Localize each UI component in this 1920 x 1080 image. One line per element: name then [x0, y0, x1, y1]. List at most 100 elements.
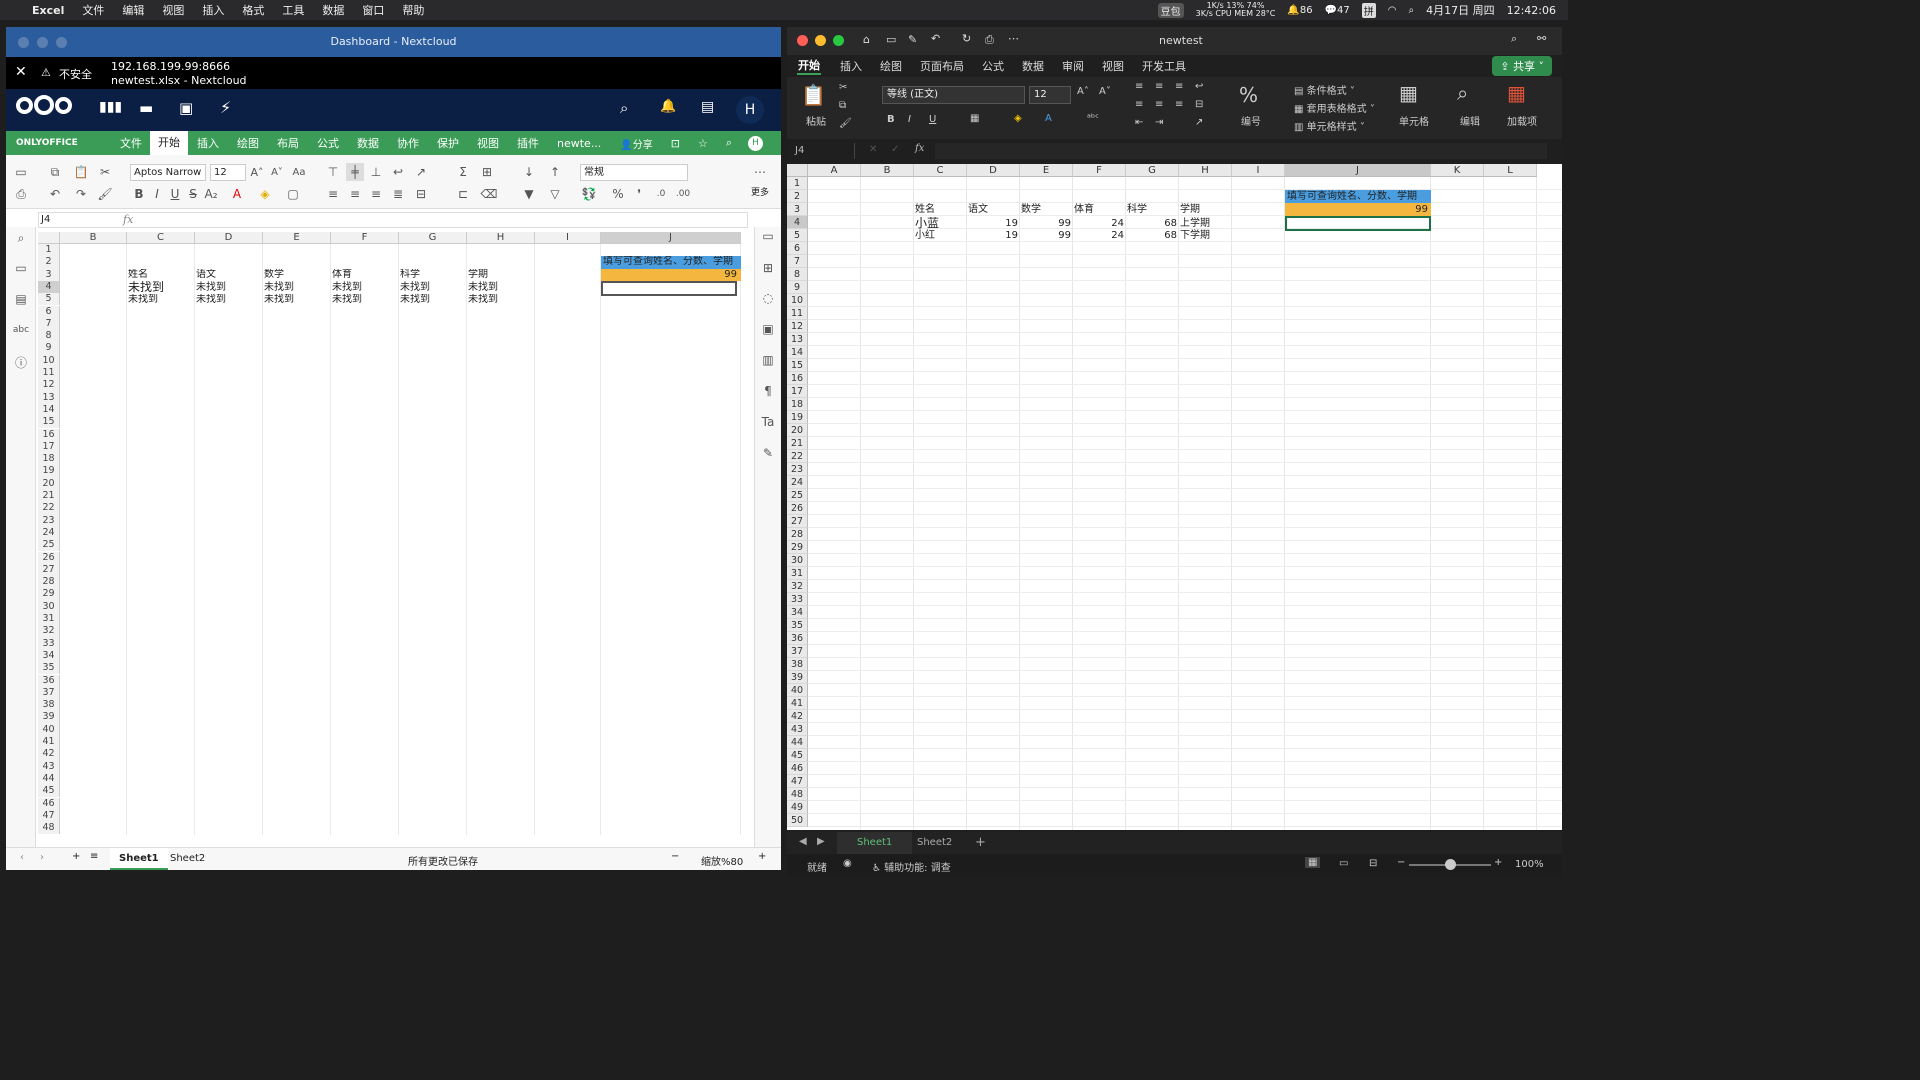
filter-icon[interactable]: ▼ — [520, 185, 538, 203]
app-name[interactable]: Excel — [32, 4, 64, 17]
row-header-1[interactable]: 1 — [787, 177, 808, 190]
data-cell[interactable]: 下学期 — [1180, 229, 1230, 243]
doubao-icon[interactable]: 豆包 — [1157, 2, 1184, 18]
cut-icon[interactable]: ✂ — [96, 163, 114, 181]
decrease-decimal-icon[interactable]: .0 — [652, 185, 670, 203]
tab-formulas[interactable]: 公式 — [982, 58, 1004, 74]
tab-view[interactable]: 视图 — [468, 135, 508, 151]
data-cell[interactable]: 未找到 — [400, 281, 468, 294]
col-header-f[interactable]: F — [331, 232, 399, 244]
header-cell[interactable]: 科学 — [1127, 203, 1180, 216]
row-header-4[interactable]: 4 — [787, 216, 808, 229]
named-range-icon[interactable]: ⊞ — [478, 163, 496, 181]
row-header-41[interactable]: 41 — [787, 697, 808, 710]
row-header-23[interactable]: 23 — [38, 514, 60, 527]
col-header-f[interactable]: F — [1073, 164, 1126, 177]
row-header-37[interactable]: 37 — [787, 645, 808, 658]
row-header-39[interactable]: 39 — [787, 671, 808, 684]
zoom-slider[interactable] — [1409, 859, 1491, 870]
align-center-icon[interactable]: ≡ — [346, 185, 364, 203]
share-button[interactable]: ⇪ 共享 ˅ — [1492, 56, 1552, 76]
row-header-40[interactable]: 40 — [38, 723, 60, 736]
row-header-32[interactable]: 32 — [787, 580, 808, 593]
addins-icon[interactable]: ▦ — [1507, 81, 1526, 105]
align-middle-icon[interactable]: ╪ — [346, 163, 364, 181]
align-top-icon[interactable]: ⊤ — [324, 163, 342, 181]
tab-protect[interactable]: 保护 — [428, 135, 468, 151]
font-shrink-icon[interactable]: A˅ — [268, 163, 286, 181]
col-header-a[interactable]: A — [808, 164, 861, 177]
align-right-icon[interactable]: ≡ — [367, 185, 385, 203]
underline-icon[interactable]: U — [166, 185, 184, 203]
share-button[interactable]: 👤分享 — [620, 136, 652, 151]
tab-review[interactable]: 审阅 — [1062, 58, 1084, 74]
undo-icon[interactable]: ↶ — [931, 32, 940, 45]
row-header-13[interactable]: 13 — [38, 391, 60, 404]
star-icon[interactable]: ☆ — [698, 137, 708, 150]
row-header-42[interactable]: 42 — [38, 748, 60, 761]
row-header-5[interactable]: 5 — [38, 293, 60, 306]
tab-layout[interactable]: 布局 — [268, 135, 308, 151]
row-header-35[interactable]: 35 — [787, 619, 808, 632]
row-header-25[interactable]: 25 — [38, 539, 60, 552]
col-header-b[interactable]: B — [861, 164, 914, 177]
strike-icon[interactable]: S — [184, 185, 202, 203]
signature-icon[interactable]: ✎ — [759, 444, 777, 462]
row-header-22[interactable]: 22 — [787, 450, 808, 463]
data-cell[interactable]: 小红 — [915, 229, 965, 243]
row-header-17[interactable]: 17 — [787, 385, 808, 398]
data-cell[interactable]: 未找到 — [468, 281, 536, 294]
sheet-tab-sheet1[interactable]: Sheet1 — [110, 848, 168, 870]
row-header-3[interactable]: 3 — [787, 203, 808, 216]
menu-tools[interactable]: 工具 — [282, 2, 304, 18]
print-icon[interactable]: ⎙ — [12, 185, 30, 203]
header-cell[interactable]: 科学 — [400, 269, 468, 281]
cells-label[interactable]: 单元格 — [1399, 113, 1429, 128]
row-header-47[interactable]: 47 — [787, 775, 808, 788]
row-header-24[interactable]: 24 — [38, 526, 60, 540]
menu-data[interactable]: 数据 — [322, 2, 344, 18]
col-header-d[interactable]: D — [195, 232, 263, 244]
traffic-lights[interactable] — [797, 35, 844, 46]
row-header-1[interactable]: 1 — [38, 244, 60, 257]
search-icon[interactable]: ⌕ — [1408, 5, 1414, 16]
row-header-29[interactable]: 29 — [38, 588, 60, 601]
sort-desc-icon[interactable]: ↑ — [546, 163, 564, 181]
wrap-icon[interactable]: ↩ — [389, 163, 407, 181]
tab-data[interactable]: 数据 — [1022, 58, 1044, 74]
next-sheet-icon[interactable]: ▶ — [817, 836, 825, 847]
row-header-18[interactable]: 18 — [787, 398, 808, 411]
col-header-j[interactable]: J — [1285, 164, 1431, 177]
row-header-21[interactable]: 21 — [787, 437, 808, 450]
url-text[interactable]: 192.168.199.99:8666 — [111, 60, 230, 73]
align-bottom-icon[interactable]: ≡ — [1175, 81, 1183, 92]
row-header-13[interactable]: 13 — [787, 333, 808, 346]
underline-icon[interactable]: U — [929, 114, 936, 125]
search-icon[interactable]: ⌕ — [1511, 32, 1517, 46]
tab-formula[interactable]: 公式 — [308, 135, 348, 151]
row-header-27[interactable]: 27 — [787, 515, 808, 528]
col-header-b[interactable]: B — [60, 232, 127, 244]
redo-icon[interactable]: ↷ — [72, 185, 90, 203]
size-select[interactable]: 12 — [1029, 86, 1071, 104]
header-cell[interactable]: 体育 — [1074, 203, 1127, 216]
row-header-31[interactable]: 31 — [787, 567, 808, 580]
row-header-38[interactable]: 38 — [787, 658, 808, 671]
row-header-11[interactable]: 11 — [38, 367, 60, 380]
page-layout-icon[interactable]: ▭ — [1339, 858, 1348, 869]
conditional-format-button[interactable]: ▤ 条件格式 ˅ — [1294, 82, 1355, 97]
next-sheet-icon[interactable]: › — [40, 852, 44, 863]
align-middle-icon[interactable]: ≡ — [1155, 81, 1163, 92]
percent-icon[interactable]: % — [1239, 83, 1258, 107]
header-cell[interactable]: 数学 — [1021, 203, 1074, 216]
row-header-31[interactable]: 31 — [38, 613, 60, 626]
tab-developer[interactable]: 开发工具 — [1142, 58, 1186, 74]
row-header-43[interactable]: 43 — [38, 760, 60, 773]
shape-settings-icon[interactable]: ◌ — [759, 289, 777, 307]
row-header-33[interactable]: 33 — [787, 593, 808, 606]
col-header-i[interactable]: I — [535, 232, 601, 244]
edit-label[interactable]: 编辑 — [1460, 113, 1480, 128]
name-box[interactable]: J4 — [41, 214, 117, 225]
align-left-icon[interactable]: ≡ — [1135, 99, 1143, 110]
row-header-10[interactable]: 10 — [38, 354, 60, 367]
